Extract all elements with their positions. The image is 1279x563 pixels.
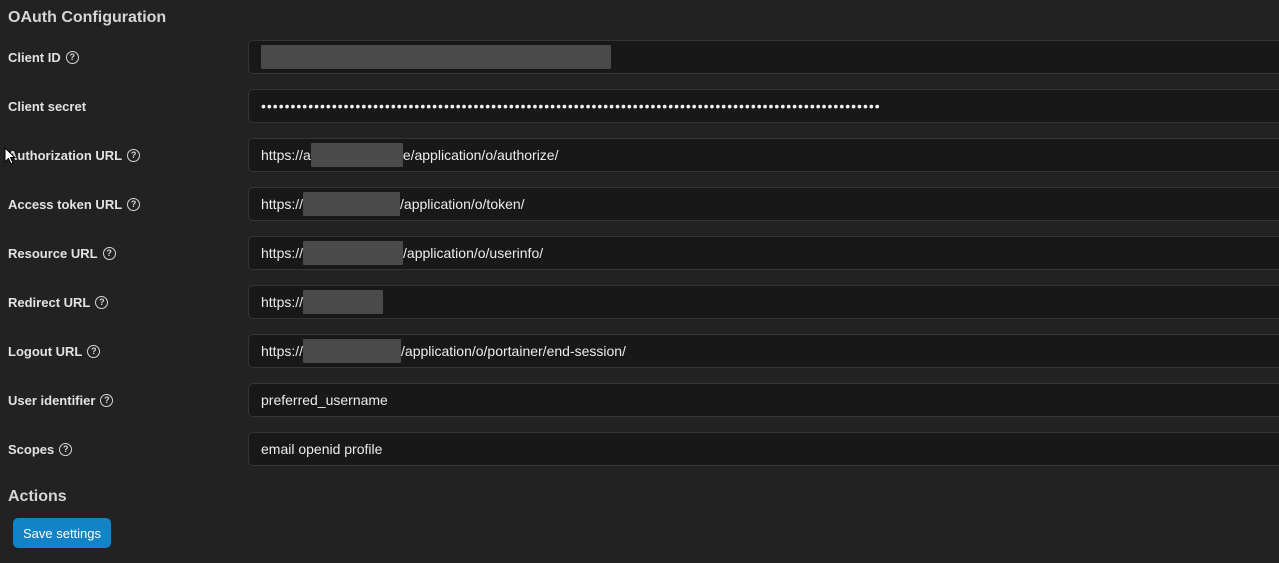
redacted-value [310,143,403,167]
client-secret-value: ••••••••••••••••••••••••••••••••••••••••… [261,98,881,114]
access-token-url-row: Access token URL ? https:///application/… [0,187,1279,221]
logout-url-input[interactable]: https:///application/o/portainer/end-ses… [248,334,1279,368]
oauth-section-title: OAuth Configuration [8,9,167,26]
user-identifier-input[interactable]: preferred_username [248,383,1279,417]
authorization-url-label: Authorization URL ? [8,138,141,172]
question-circle-icon[interactable]: ? [102,246,116,260]
client-secret-input[interactable]: ••••••••••••••••••••••••••••••••••••••••… [248,89,1279,123]
question-circle-icon[interactable]: ? [87,344,101,358]
save-settings-button[interactable]: Save settings [13,518,111,548]
scopes-input[interactable]: email openid profile [248,432,1279,466]
question-circle-icon[interactable]: ? [100,393,114,407]
client-id-label: Client ID ? [8,40,79,74]
redirect-url-input[interactable]: https:// [248,285,1279,319]
authorization-url-input[interactable]: https://a e/application/o/authorize/ [248,138,1279,172]
client-id-row: Client ID ? [0,40,1279,74]
redacted-value [303,290,384,314]
question-circle-icon[interactable]: ? [127,197,141,211]
resource-url-label: Resource URL ? [8,236,116,270]
user-identifier-label: User identifier ? [8,383,114,417]
mouse-pointer-icon [4,147,16,165]
access-token-url-input[interactable]: https:///application/o/token/ [248,187,1279,221]
redacted-value [303,192,401,216]
question-circle-icon[interactable]: ? [59,442,73,456]
actions-section-title: Actions [8,488,67,505]
redirect-url-label: Redirect URL ? [8,285,109,319]
redacted-value [303,241,404,265]
authorization-url-row: Authorization URL ? https://a e/applicati… [0,138,1279,172]
question-circle-icon[interactable]: ? [95,295,109,309]
access-token-url-label: Access token URL ? [8,187,141,221]
redacted-value [303,339,402,363]
scopes-row: Scopes ? email openid profile [0,432,1279,466]
redacted-value [261,45,611,69]
logout-url-row: Logout URL ? https:///application/o/port… [0,334,1279,368]
user-identifier-row: User identifier ? preferred_username [0,383,1279,417]
scopes-label: Scopes ? [8,432,73,466]
logout-url-label: Logout URL ? [8,334,101,368]
redirect-url-row: Redirect URL ? https:// [0,285,1279,319]
resource-url-row: Resource URL ? https:///application/o/us… [0,236,1279,270]
client-secret-row: Client secret ••••••••••••••••••••••••••… [0,89,1279,123]
client-id-input[interactable] [248,40,1279,74]
question-circle-icon[interactable]: ? [65,50,79,64]
question-circle-icon[interactable]: ? [127,148,141,162]
oauth-settings-page: OAuth Configuration Client ID ? Client s… [0,0,1279,563]
client-secret-label: Client secret [8,98,87,114]
resource-url-input[interactable]: https:///application/o/userinfo/ [248,236,1279,270]
